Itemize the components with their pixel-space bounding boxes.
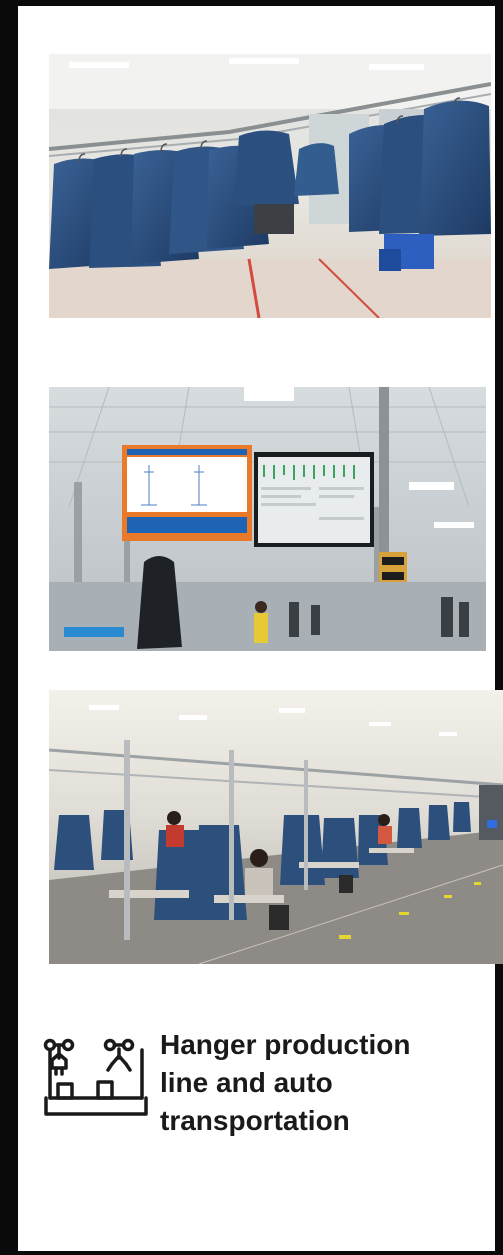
feature-block: Hanger production line and auto transpor… (42, 1026, 462, 1166)
robotic-arms-hanger-icon (42, 1036, 150, 1128)
sewing-floor-photo (49, 690, 503, 964)
hanging-jackets-photo (49, 54, 491, 318)
feature-title: Hanger production line and auto transpor… (160, 1029, 411, 1136)
monitoring-screens-photo (49, 387, 486, 651)
